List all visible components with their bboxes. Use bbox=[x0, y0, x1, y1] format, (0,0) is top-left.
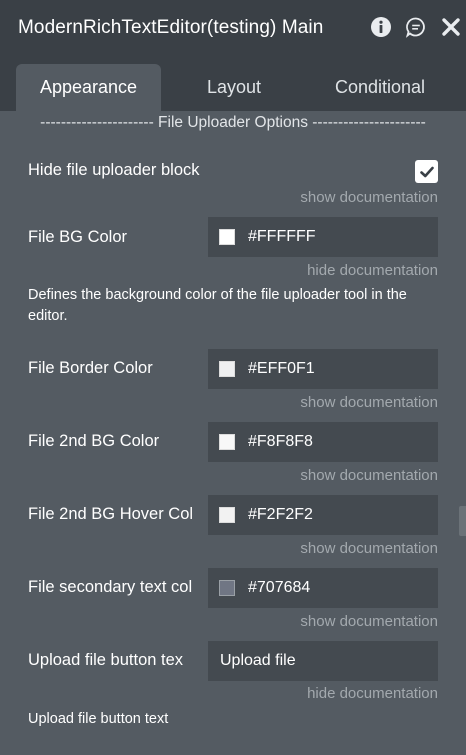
file-2nd-bg-hover-doc-link[interactable]: show documentation bbox=[300, 540, 438, 557]
tab-bar: Appearance Layout Conditional bbox=[0, 56, 466, 111]
upload-button-text-label: Upload file button tex bbox=[28, 651, 184, 669]
chat-icon[interactable] bbox=[404, 15, 428, 39]
file-border-color-label: File Border Color bbox=[28, 359, 153, 377]
file-bg-color-value: #FFFFFF bbox=[248, 228, 316, 245]
color-swatch[interactable] bbox=[219, 361, 235, 377]
upload-button-text-description: Upload file button text bbox=[28, 711, 169, 727]
info-icon[interactable] bbox=[369, 15, 393, 39]
file-bg-color-label: File BG Color bbox=[28, 228, 128, 246]
upload-button-text-value: Upload file bbox=[220, 652, 296, 669]
file-2nd-bg-hover-field[interactable]: #F2F2F2 bbox=[208, 495, 438, 535]
file-border-color-field[interactable]: #EFF0F1 bbox=[208, 349, 438, 389]
color-swatch[interactable] bbox=[219, 507, 235, 523]
file-border-color-doc-link[interactable]: show documentation bbox=[300, 394, 438, 411]
file-2nd-bg-hover-value: #F2F2F2 bbox=[248, 506, 313, 523]
section-header: ---------------------- File Uploader Opt… bbox=[40, 114, 426, 131]
file-bg-color-doc-link[interactable]: hide documentation bbox=[307, 262, 438, 279]
window-title: ModernRichTextEditor(testing) Main bbox=[18, 17, 324, 38]
hide-uploader-doc-link[interactable]: show documentation bbox=[300, 189, 438, 206]
close-icon[interactable] bbox=[439, 15, 463, 39]
file-bg-color-field[interactable]: #FFFFFF bbox=[208, 217, 438, 257]
upload-button-text-doc-link[interactable]: hide documentation bbox=[307, 685, 438, 702]
hide-uploader-checkbox[interactable] bbox=[415, 160, 438, 183]
title-bar: ModernRichTextEditor(testing) Main bbox=[0, 0, 466, 56]
color-swatch[interactable] bbox=[219, 229, 235, 245]
tab-layout[interactable]: Layout bbox=[170, 64, 298, 111]
file-2nd-bg-color-field[interactable]: #F8F8F8 bbox=[208, 422, 438, 462]
upload-button-text-input[interactable]: Upload file bbox=[208, 641, 438, 681]
tab-appearance[interactable]: Appearance bbox=[16, 64, 161, 111]
file-2nd-bg-color-value: #F8F8F8 bbox=[248, 433, 313, 450]
file-2nd-bg-color-doc-link[interactable]: show documentation bbox=[300, 467, 438, 484]
file-secondary-text-field[interactable]: #707684 bbox=[208, 568, 438, 608]
file-2nd-bg-color-label: File 2nd BG Color bbox=[28, 432, 160, 450]
hide-uploader-label: Hide file uploader block bbox=[28, 161, 200, 179]
scrollbar-handle[interactable] bbox=[459, 506, 466, 536]
file-secondary-text-doc-link[interactable]: show documentation bbox=[300, 613, 438, 630]
file-secondary-text-label: File secondary text col bbox=[28, 578, 193, 596]
color-swatch[interactable] bbox=[219, 434, 235, 450]
file-2nd-bg-hover-label: File 2nd BG Hover Col bbox=[28, 505, 194, 523]
color-swatch[interactable] bbox=[219, 580, 235, 596]
file-secondary-text-value: #707684 bbox=[248, 579, 311, 596]
file-border-color-value: #EFF0F1 bbox=[248, 360, 315, 377]
checkmark-icon bbox=[419, 166, 434, 177]
file-bg-color-description: Defines the background color of the file… bbox=[28, 287, 407, 324]
tab-conditional[interactable]: Conditional bbox=[310, 64, 450, 111]
